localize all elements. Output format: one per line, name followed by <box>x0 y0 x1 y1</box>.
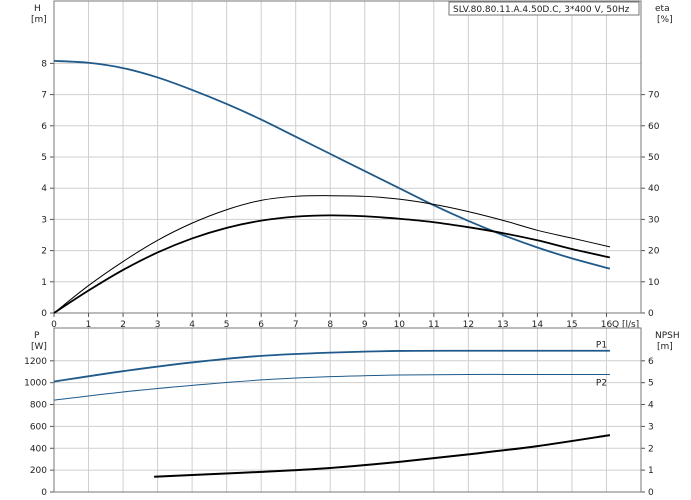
y-right-axis-name: eta <box>655 4 670 14</box>
y-right-tick-label: 10 <box>648 278 660 288</box>
y-left-axis-unit: [m] <box>31 15 47 25</box>
y-left-tick-label: 0 <box>41 488 47 498</box>
y-right-tick-label: 1 <box>648 466 654 476</box>
y-left-tick-label: 6 <box>41 122 47 132</box>
y-left-tick-label: 2 <box>41 247 47 257</box>
y-left-axis-name: H <box>34 4 41 14</box>
series-label-p1: P1 <box>596 341 607 351</box>
y-right-tick-label: 30 <box>648 215 660 225</box>
y-left-tick-label: 8 <box>41 59 47 69</box>
y-left-tick-label: 200 <box>30 466 47 476</box>
y-left-tick-label: 0 <box>41 309 47 319</box>
y-left-tick-label: 3 <box>41 215 47 225</box>
y-right-tick-label: 70 <box>648 91 660 101</box>
y-right-tick-label: 0 <box>648 309 654 319</box>
y-left-tick-label: 4 <box>41 184 47 194</box>
y-left-tick-label: 1000 <box>24 379 47 389</box>
y-right-tick-label: 20 <box>648 247 660 257</box>
y-right-tick-label: 60 <box>648 122 660 132</box>
y-right-tick-label: 2 <box>648 444 654 454</box>
chart-title: SLV.80.80.11.A.4.50D.C, 3*400 V, 50Hz <box>453 5 630 15</box>
y-left-tick-label: 1200 <box>24 357 47 367</box>
y-right-tick-label: 6 <box>648 357 654 367</box>
y-right-tick-label: 4 <box>648 401 654 411</box>
y-left-tick-label: 800 <box>30 401 47 411</box>
y-left-tick-label: 7 <box>41 91 47 101</box>
y-left-tick-label: 400 <box>30 444 47 454</box>
y-right-axis-name: NPSH <box>655 331 680 341</box>
y-right-axis-unit: [m] <box>657 342 673 352</box>
y-right-tick-label: 3 <box>648 422 654 432</box>
y-left-axis-unit: [W] <box>31 342 47 352</box>
y-right-tick-label: 5 <box>648 379 654 389</box>
series-line-p2 <box>53 373 610 401</box>
series-line-curve-0-1 <box>53 195 611 314</box>
y-right-axis-unit: [%] <box>657 15 673 25</box>
y-left-tick-label: 1 <box>41 278 47 288</box>
y-right-tick-label: 40 <box>648 184 660 194</box>
series-line-curve-0-2 <box>53 214 611 314</box>
y-left-axis-name: P <box>34 331 40 341</box>
y-right-tick-label: 0 <box>648 488 654 498</box>
series-label-p2: P2 <box>596 378 607 388</box>
y-right-tick-label: 50 <box>648 153 660 163</box>
y-left-tick-label: 5 <box>41 153 47 163</box>
pump-performance-chart: 012345678010203040506070H[m]eta[%]0 1 2 3 4 5… <box>24 0 680 498</box>
y-left-tick-label: 600 <box>30 422 47 432</box>
